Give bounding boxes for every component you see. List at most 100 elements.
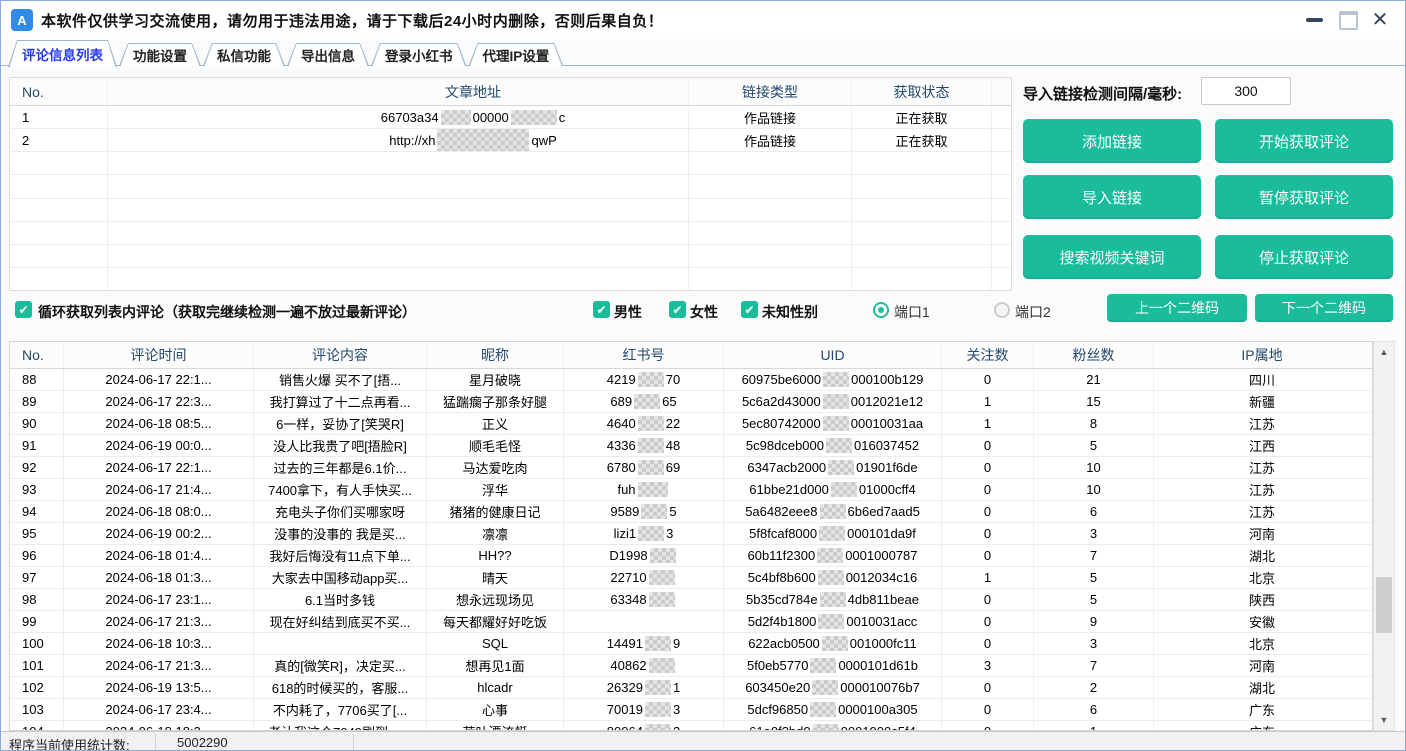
interval-input[interactable] [1201,77,1291,105]
port2-radio[interactable] [994,302,1010,318]
cell-content: 不内耗了，7706买了[... [254,699,427,720]
comment-table-row[interactable]: 982024-06-17 23:1...6.1当时多钱想永远现场见633485b… [10,589,1372,611]
minimize-icon [1306,18,1323,22]
link-table-row[interactable]: 2http://xhqwP作品链接正在获取 [10,129,1011,152]
cell-nick: 凛凛 [427,523,564,544]
masked-text-part: 0000100a305 [838,702,918,717]
comment-table-row[interactable]: 992024-06-17 21:3...现在好纠结到底买不买...每天都耀好好吃… [10,611,1372,633]
cell-time: 2024-06-17 23:4... [64,699,254,720]
scroll-down-icon[interactable]: ▼ [1374,710,1394,730]
search-keyword-button[interactable]: 搜索视频关键词 [1023,235,1201,279]
cell-no: 94 [10,501,64,522]
tab-login-xiaohongshu[interactable]: 登录小红书 [371,43,467,66]
comment-table-row[interactable]: 892024-06-17 22:3...我打算过了十二点再看...猛踹瘸子那条好… [10,391,1372,413]
next-qrcode-button[interactable]: 下一个二维码 [1255,294,1393,322]
scroll-up-icon[interactable]: ▲ [1374,342,1394,362]
comment-table-row[interactable]: 1042024-06-18 18:2...老让我这个7949刷到，...荷叶漂流… [10,721,1372,731]
comment-table-row[interactable]: 932024-06-17 21:4...7400拿下，有人手快买...浮华fuh… [10,479,1372,501]
cell-fans: 7 [1034,655,1154,676]
cell-ip: 江苏 [1154,457,1370,478]
cell-content: 618的时候买的，客服... [254,677,427,698]
link-table-row[interactable] [10,268,1011,290]
minimize-button[interactable] [1301,8,1327,32]
comment-table-row[interactable]: 912024-06-19 00:0...没人比我贵了吧[捂脸R]顺毛毛怪4336… [10,435,1372,457]
cell-redbook-id: 22710 [564,567,724,588]
masked-text-part: 000101da9f [847,526,916,541]
maximize-button[interactable] [1335,8,1361,32]
female-checkbox[interactable]: ✔ [669,301,686,318]
tab-comment-list[interactable]: 评论信息列表 [8,40,117,67]
status-divider [155,734,156,750]
link-cell-address: http://xhqwP [108,129,689,151]
male-checkbox[interactable]: ✔ [593,301,610,318]
cell-time: 2024-06-17 21:3... [64,655,254,676]
prev-qrcode-button[interactable]: 上一个二维码 [1107,294,1247,322]
cell-ip: 陕西 [1154,589,1370,610]
link-col-no: No. [10,78,108,105]
cell-nick: 猪猪的健康日记 [427,501,564,522]
pause-fetch-button[interactable]: 暂停获取评论 [1215,175,1393,219]
import-link-button[interactable]: 导入链接 [1023,175,1201,219]
link-cell-filler [992,129,1011,151]
comment-table-row[interactable]: 942024-06-18 08:0...充电头子你们买哪家呀猪猪的健康日记958… [10,501,1372,523]
masked-text-part: lizi1 [614,526,636,541]
comment-table-row[interactable]: 952024-06-19 00:2...没事的没事的 我是买...凛凛lizi1… [10,523,1372,545]
comment-table-row[interactable]: 1002024-06-18 10:3...SQL144919622acb0500… [10,633,1372,655]
cell-uid: 60975be6000000100b129 [724,369,942,390]
comment-table-row[interactable]: 1012024-06-17 21:3...真的[微笑R]，决定买...想再见1面… [10,655,1372,677]
masked-text-part: 63348 [610,592,646,607]
mosaic-blur [641,504,667,519]
cell-nick: 浮华 [427,479,564,500]
link-table-row[interactable] [10,152,1011,175]
tab-proxy-ip[interactable]: 代理IP设置 [469,43,564,66]
link-cell-status [852,268,992,290]
cell-fans: 10 [1034,457,1154,478]
masked-text-part: 60975be6000 [742,372,822,387]
link-table-row[interactable] [10,245,1011,268]
cell-content: 我打算过了十二点再看... [254,391,427,412]
link-table-row[interactable]: 166703a3400000c作品链接正在获取 [10,106,1011,129]
comment-table-row[interactable]: 962024-06-18 01:4...我好后悔没有11点下单...HH??D1… [10,545,1372,567]
tab-function-settings[interactable]: 功能设置 [119,43,201,66]
cell-time: 2024-06-18 08:0... [64,501,254,522]
port2-label: 端口2 [1015,302,1051,322]
link-cell-type [689,222,852,244]
cell-following: 1 [942,391,1034,412]
cell-fans: 3 [1034,523,1154,544]
cell-fans: 5 [1034,567,1154,588]
cell-ip: 江西 [1154,435,1370,456]
unknown-gender-checkbox[interactable]: ✔ [741,301,758,318]
cell-uid: 622acb0500001000fc11 [724,633,942,654]
comment-table-row[interactable]: 922024-06-17 22:1...过去的三年都是6.1价...马达爱吃肉6… [10,457,1372,479]
cell-no: 90 [10,413,64,434]
masked-text-part: 48 [666,438,680,453]
scrollbar-thumb[interactable] [1376,577,1392,633]
tab-export-info[interactable]: 导出信息 [287,43,369,66]
link-cell-address [108,175,689,197]
link-table-row[interactable] [10,222,1011,245]
cell-following: 3 [942,655,1034,676]
tab-private-message[interactable]: 私信功能 [203,43,285,66]
add-link-button[interactable]: 添加链接 [1023,119,1201,163]
mosaic-blur [638,460,664,475]
stop-fetch-button[interactable]: 停止获取评论 [1215,235,1393,279]
cell-time: 2024-06-17 23:1... [64,589,254,610]
comment-table-row[interactable]: 1022024-06-19 13:5...618的时候买的，客服...hlcad… [10,677,1372,699]
col-nick: 昵称 [427,342,564,368]
loop-fetch-checkbox[interactable]: ✔ [15,301,32,318]
cell-no: 103 [10,699,64,720]
comment-table-scrollbar[interactable]: ▲ ▼ [1373,341,1395,731]
masked-text-part: 26329 [607,680,643,695]
comment-table-row[interactable]: 1032024-06-17 23:4...不内耗了，7706买了[...心事70… [10,699,1372,721]
comment-table-row[interactable]: 882024-06-17 22:1...销售火爆 买不了[捂...星月破晓421… [10,369,1372,391]
cell-content: 老让我这个7949刷到，... [254,721,427,731]
link-table-row[interactable] [10,175,1011,198]
close-button[interactable]: ✕ [1367,8,1393,32]
link-table-row[interactable] [10,199,1011,222]
port1-radio[interactable] [873,302,889,318]
start-fetch-button[interactable]: 开始获取评论 [1215,119,1393,163]
cell-no: 101 [10,655,64,676]
mosaic-blur [820,504,846,519]
comment-table-row[interactable]: 972024-06-18 01:3...大家去中国移动app买...晴天2271… [10,567,1372,589]
comment-table-row[interactable]: 902024-06-18 08:5...6一样，妥协了[笑哭R]正义464022… [10,413,1372,435]
